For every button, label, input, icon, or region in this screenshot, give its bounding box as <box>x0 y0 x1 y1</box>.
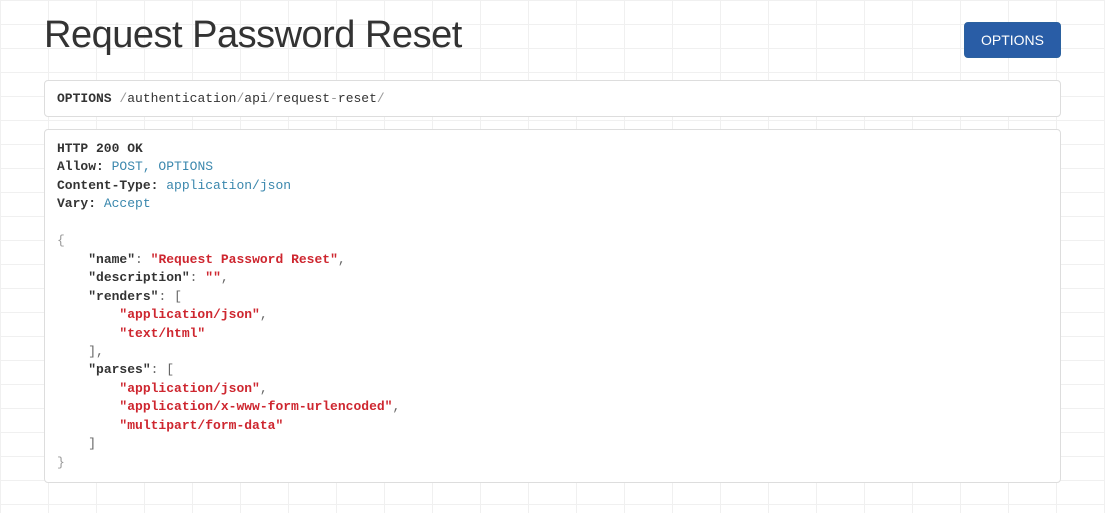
json-parses-item: "application/x-www-form-urlencoded" <box>119 399 392 414</box>
header-allow-value: POST, OPTIONS <box>112 159 213 174</box>
json-renders-item: "text/html" <box>119 326 205 341</box>
json-key-name: "name" <box>88 252 135 267</box>
json-val-description: "" <box>205 270 221 285</box>
path-slash: / <box>377 91 385 106</box>
json-val-name: "Request Password Reset" <box>151 252 338 267</box>
path-seg-api: api <box>244 91 267 106</box>
json-key-renders: "renders" <box>88 289 158 304</box>
json-open-brace: { <box>57 233 65 248</box>
json-parses-item: "multipart/form-data" <box>119 418 283 433</box>
path-dash: - <box>330 91 338 106</box>
options-button[interactable]: OPTIONS <box>964 22 1061 58</box>
status-line: HTTP 200 OK <box>57 141 143 156</box>
response-box: HTTP 200 OK Allow: POST, OPTIONS Content… <box>44 129 1061 483</box>
page-title: Request Password Reset <box>44 14 462 57</box>
json-key-description: "description" <box>88 270 189 285</box>
json-close-brace: } <box>57 455 65 470</box>
header-content-type-value: application/json <box>166 178 291 193</box>
request-line-box: OPTIONS /authentication/api/request-rese… <box>44 80 1061 117</box>
json-key-parses: "parses" <box>88 362 150 377</box>
json-parses-item: "application/json" <box>119 381 259 396</box>
header-vary-key: Vary: <box>57 196 96 211</box>
path-seg-authentication: authentication <box>127 91 236 106</box>
json-renders-item: "application/json" <box>119 307 259 322</box>
header-row: Request Password Reset OPTIONS <box>44 0 1061 58</box>
header-content-type-key: Content-Type: <box>57 178 158 193</box>
path-seg-reset: reset <box>338 91 377 106</box>
page-container: Request Password Reset OPTIONS OPTIONS /… <box>0 0 1105 483</box>
header-allow-key: Allow: <box>57 159 104 174</box>
request-method: OPTIONS <box>57 91 112 106</box>
path-seg-request: request <box>275 91 330 106</box>
header-vary-value: Accept <box>104 196 151 211</box>
